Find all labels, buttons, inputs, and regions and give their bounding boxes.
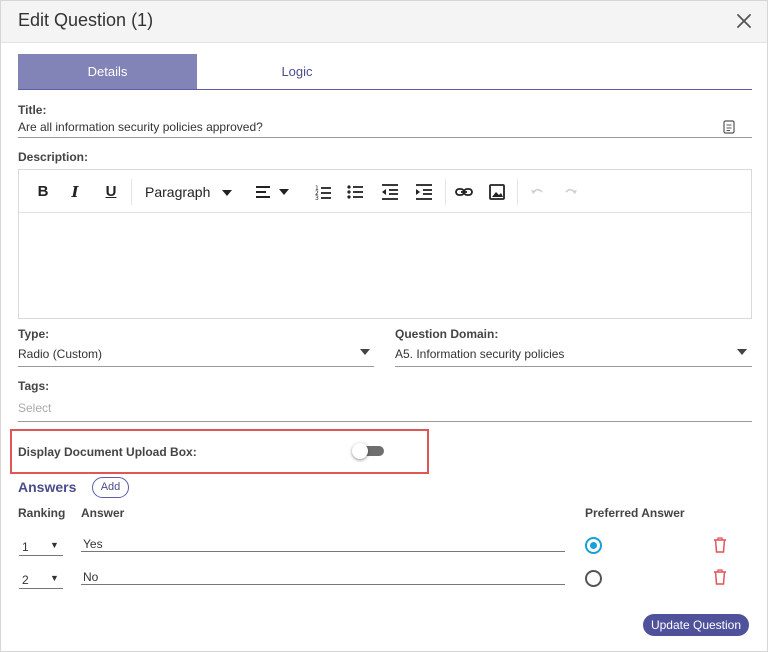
ranking-value: 1 (22, 540, 29, 554)
domain-underline (395, 366, 752, 367)
redo-icon[interactable] (563, 182, 579, 202)
tags-underline (18, 421, 752, 422)
answer-input[interactable]: Yes (83, 537, 103, 551)
bold-icon[interactable]: B (35, 182, 51, 202)
toolbar-separator (517, 179, 518, 205)
preferred-answer-radio[interactable] (585, 537, 602, 554)
dialog-title: Edit Question (1) (18, 10, 154, 30)
paragraph-dropdown-icon (222, 190, 233, 197)
underline-icon[interactable]: U (103, 182, 119, 202)
svg-text:3: 3 (315, 195, 319, 202)
bullet-list-icon[interactable] (347, 182, 363, 202)
answer-underline (81, 551, 565, 552)
tags-label: Tags: (18, 379, 50, 393)
ordered-list-icon[interactable]: 123 (315, 182, 331, 202)
answer-header: Answer (81, 506, 125, 520)
edit-question-dialog: Edit Question (1) Details Logic Title: A… (0, 0, 768, 652)
ranking-underline (19, 588, 63, 589)
upload-box-label: Display Document Upload Box: (18, 445, 197, 459)
description-text-area[interactable] (19, 214, 751, 318)
add-answer-button[interactable]: Add (92, 477, 129, 498)
description-label: Description: (18, 150, 89, 164)
toolbar-separator (445, 179, 446, 205)
ranking-underline (19, 555, 63, 556)
upload-box-toggle[interactable] (352, 443, 384, 459)
type-select[interactable]: Radio (Custom) (18, 347, 102, 361)
paragraph-select-label: Paragraph (145, 184, 211, 200)
ranking-select[interactable]: 2 ▼ (19, 570, 63, 590)
type-underline (18, 366, 374, 367)
editor-toolbar: B I U Paragraph 123 (19, 170, 751, 213)
answer-underline (81, 584, 565, 585)
update-question-button[interactable]: Update Question (643, 614, 749, 636)
italic-icon[interactable]: I (67, 182, 83, 202)
paragraph-select[interactable]: Paragraph (145, 182, 245, 202)
toolbar-separator (131, 179, 132, 205)
ranking-dropdown-icon: ▼ (50, 540, 59, 550)
tab-details[interactable]: Details (18, 54, 197, 89)
tags-input[interactable]: Select (18, 401, 51, 415)
ranking-value: 2 (22, 573, 29, 587)
ranking-header: Ranking (18, 506, 66, 520)
ranking-select[interactable]: 1 ▼ (19, 537, 63, 557)
title-label: Title: (18, 103, 47, 117)
ranking-dropdown-icon: ▼ (50, 573, 59, 583)
toggle-knob (352, 443, 368, 459)
answers-title: Answers (18, 479, 77, 495)
tab-bar: Details Logic (18, 54, 752, 90)
indent-icon[interactable] (415, 182, 433, 202)
domain-select[interactable]: A5. Information security policies (395, 347, 564, 361)
link-icon[interactable] (455, 182, 473, 202)
align-icon[interactable] (255, 182, 295, 202)
dialog-header: Edit Question (1) (1, 1, 767, 43)
description-editor: B I U Paragraph 123 (18, 169, 752, 319)
notes-icon[interactable] (723, 120, 735, 134)
domain-label: Question Domain: (395, 327, 499, 341)
close-icon[interactable] (735, 12, 753, 30)
answer-input[interactable]: No (83, 570, 98, 584)
preferred-answer-header: Preferred Answer (585, 506, 685, 520)
outdent-icon[interactable] (381, 182, 399, 202)
delete-answer-icon[interactable] (713, 569, 727, 585)
tab-logic[interactable]: Logic (197, 54, 397, 89)
type-dropdown-icon[interactable] (360, 349, 370, 355)
undo-icon[interactable] (529, 182, 545, 202)
title-underline (18, 137, 752, 138)
title-input[interactable]: Are all information security policies ap… (18, 120, 263, 134)
domain-dropdown-icon[interactable] (737, 349, 747, 355)
image-icon[interactable] (489, 182, 505, 202)
delete-answer-icon[interactable] (713, 537, 727, 553)
type-label: Type: (18, 327, 50, 341)
preferred-answer-radio[interactable] (585, 570, 602, 587)
